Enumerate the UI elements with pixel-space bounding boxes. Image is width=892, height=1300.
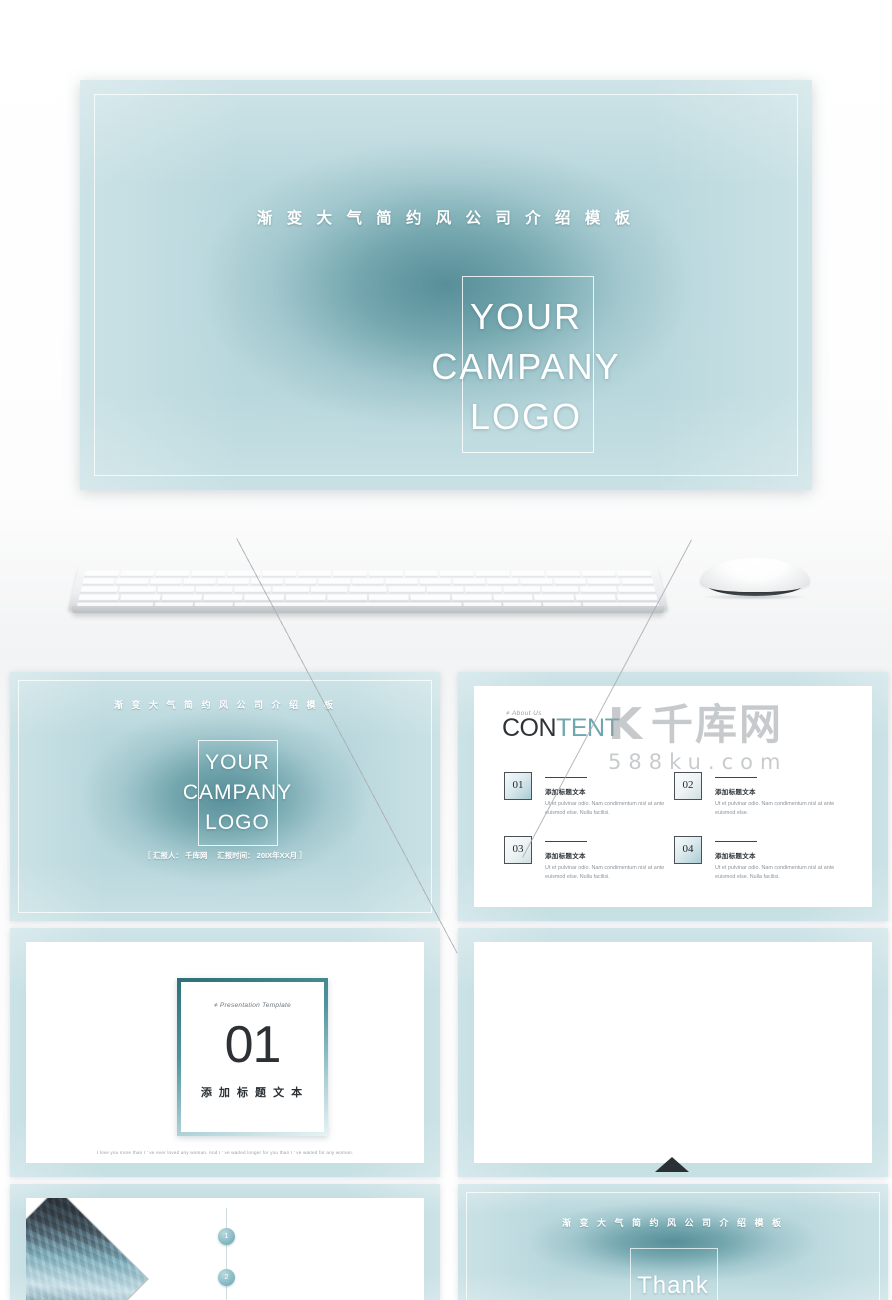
thumb-cover-logo-line-1: YOUR bbox=[205, 751, 270, 774]
content-item-title: 添加标题文本 bbox=[715, 853, 756, 860]
timeline-dot-2[interactable]: 2 bbox=[218, 1269, 235, 1286]
keyboard-row bbox=[82, 578, 654, 585]
content-item-rule bbox=[545, 841, 587, 843]
thanks-text: Thank bbox=[637, 1272, 709, 1299]
cover-logo-text: YOUR CAMPANY LOGO bbox=[316, 292, 736, 442]
content-item-rule bbox=[545, 777, 587, 779]
keyboard-edge bbox=[72, 606, 664, 613]
keyboard-row bbox=[80, 586, 656, 593]
thumb-cover-logo-line-2: CAMPANY bbox=[182, 781, 293, 804]
content-item-body: Ut et pulvinar odio. Nam condimentum nis… bbox=[715, 801, 835, 816]
thumb-cover-logo-line-3: LOGO bbox=[205, 811, 270, 834]
content-item-body: Ut et pulvinar odio. Nam condimentum nis… bbox=[545, 801, 665, 816]
cover-logo-line-1: YOUR bbox=[469, 296, 582, 337]
section-tag: ≠ Presentation Template bbox=[213, 1002, 292, 1009]
content-item-rule bbox=[715, 841, 757, 843]
keyboard-image bbox=[68, 562, 668, 617]
content-item-number: 02 bbox=[674, 772, 702, 800]
content-canvas: ≠ About Us CONTENT 01 添加标题文本 Ut et pulvi… bbox=[474, 686, 872, 907]
mouse-body bbox=[700, 558, 810, 592]
thanks-title: 渐 变 大 气 简 约 风 公 司 介 绍 模 板 bbox=[561, 1218, 784, 1228]
content-heading: CONTENT bbox=[502, 714, 620, 742]
cover-logo-line-3: LOGO bbox=[469, 396, 583, 437]
section-canvas: ≠ Presentation Template 01 添 加 标 题 文 本 I… bbox=[26, 942, 424, 1163]
content-item-number: 01 bbox=[504, 772, 532, 800]
thumb-blank-slide[interactable] bbox=[458, 928, 888, 1177]
thumb-section-slide[interactable]: ≠ Presentation Template 01 添 加 标 题 文 本 I… bbox=[10, 928, 440, 1177]
mouse-image bbox=[700, 558, 810, 606]
timeline-canvas: 1 2 bbox=[26, 1198, 424, 1300]
keyboard-body bbox=[68, 567, 668, 610]
blank-canvas bbox=[474, 942, 872, 1163]
content-item-title: 添加标题文本 bbox=[545, 853, 586, 860]
content-item-number: 04 bbox=[674, 836, 702, 864]
timeline-photo bbox=[26, 1198, 149, 1300]
thumb-timeline-slide[interactable]: 1 2 bbox=[10, 1184, 440, 1300]
thumb-thanks-slide[interactable]: 渐 变 大 气 简 约 风 公 司 介 绍 模 板 Thank bbox=[458, 1184, 888, 1300]
section-caption: I love you more than I ' ve ever loved a… bbox=[96, 1150, 354, 1155]
content-item-body: Ut et pulvinar odio. Nam condimentum nis… bbox=[715, 865, 835, 880]
keyboard-row bbox=[84, 570, 652, 577]
thumb-cover-logo-text: YOUR CAMPANY LOGO bbox=[95, 748, 380, 838]
timeline-dot-1[interactable]: 1 bbox=[218, 1228, 235, 1245]
content-item-number: 03 bbox=[504, 836, 532, 864]
thumb-content-slide[interactable]: ≠ About Us CONTENT 01 添加标题文本 Ut et pulvi… bbox=[458, 672, 888, 921]
content-heading-teal: TENT bbox=[556, 714, 620, 742]
thumb-cover-footer: ［ 汇报人： 千库网 汇报时间： 20IX年XX月 ］ bbox=[143, 851, 307, 860]
cover-title: 渐 变 大 气 简 约 风 公 司 介 绍 模 板 bbox=[256, 210, 636, 227]
content-heading-dark: CON bbox=[502, 714, 557, 742]
cover-slide: 渐 变 大 气 简 约 风 公 司 介 绍 模 板 YOUR CAMPANY L… bbox=[80, 80, 812, 490]
thumb-cover-copy[interactable]: 渐 变 大 气 简 约 风 公 司 介 绍 模 板 YOUR CAMPANY L… bbox=[10, 672, 440, 921]
timeline-axis bbox=[226, 1208, 227, 1300]
section-number-frame: ≠ Presentation Template 01 添 加 标 题 文 本 bbox=[177, 978, 328, 1136]
cover-logo-line-2: CAMPANY bbox=[431, 346, 621, 387]
content-item-body: Ut et pulvinar odio. Nam condimentum nis… bbox=[545, 865, 665, 880]
content-item-rule bbox=[715, 777, 757, 779]
scroll-arrow-icon bbox=[655, 1157, 689, 1172]
content-item-title: 添加标题文本 bbox=[715, 789, 756, 796]
section-number: 01 bbox=[224, 1016, 282, 1074]
thumb-cover-title: 渐 变 大 气 简 约 风 公 司 介 绍 模 板 bbox=[113, 700, 336, 710]
keyboard-keys bbox=[76, 570, 660, 610]
content-item-title: 添加标题文本 bbox=[545, 789, 586, 796]
keyboard-row bbox=[78, 594, 658, 601]
section-title: 添 加 标 题 文 本 bbox=[200, 1087, 305, 1099]
